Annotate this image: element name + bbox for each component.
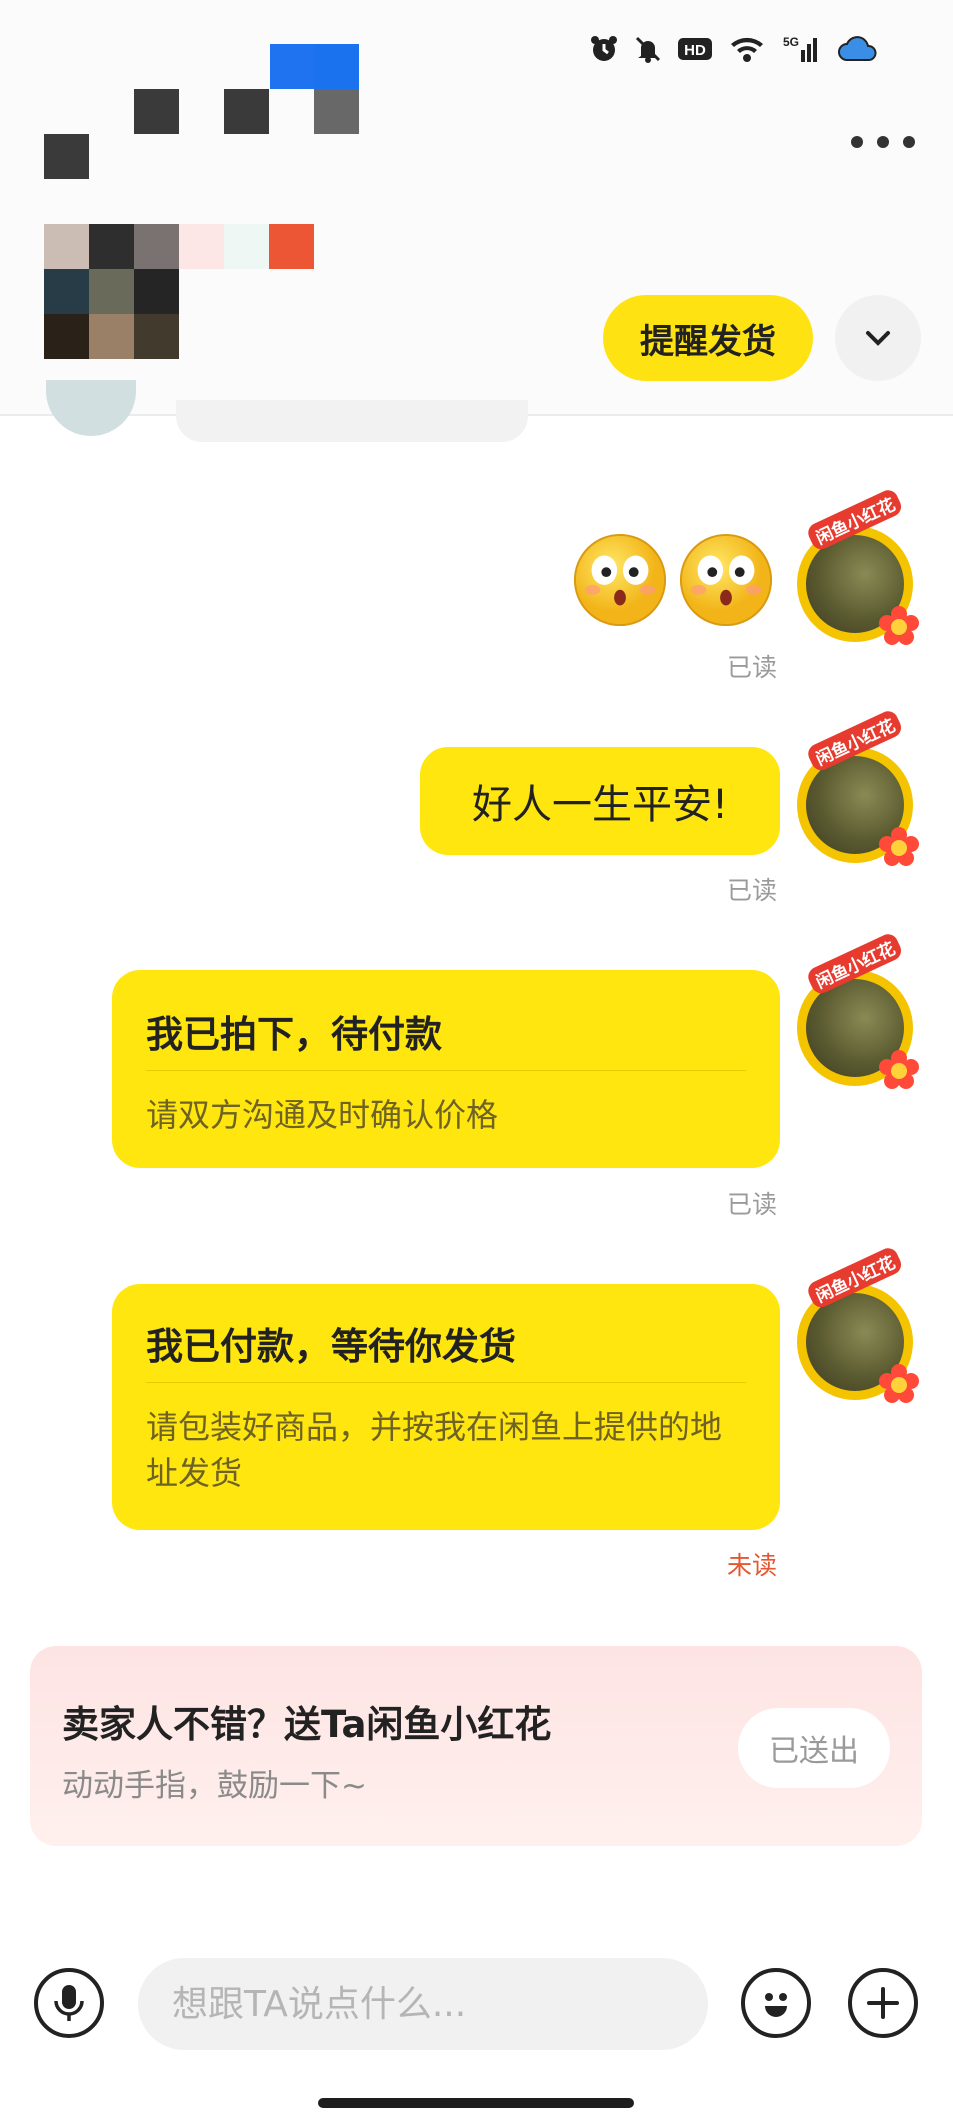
- message-input-wrapper: [138, 1958, 708, 2050]
- mosaic-block: [269, 224, 314, 269]
- mute-icon: [635, 36, 661, 63]
- mosaic-block: [134, 224, 179, 269]
- cloud-icon: [838, 36, 877, 61]
- voice-icon: [54, 1985, 84, 2021]
- mosaic-block: [314, 44, 359, 89]
- read-status: 已读: [727, 876, 778, 905]
- wifi-icon: [731, 37, 763, 62]
- card-description: 请双方沟通及时确认价格: [146, 1096, 499, 1134]
- my-avatar[interactable]: 闲鱼小红花: [797, 931, 919, 1089]
- card-divider: [146, 1070, 746, 1071]
- order-card-paid[interactable]: 我已付款，等待你发货 请包装好商品，并按我在闲鱼上提供的地址发货: [112, 1284, 780, 1530]
- flower-icon: [879, 827, 919, 866]
- contact-avatar[interactable]: [46, 380, 136, 436]
- plus-icon: [867, 1987, 899, 2019]
- hd-icon: HD: [678, 38, 712, 60]
- mosaic-block: [89, 314, 134, 359]
- plus-button[interactable]: [848, 1968, 918, 2038]
- more-button[interactable]: [851, 128, 915, 156]
- mosaic-block: [314, 89, 359, 134]
- mosaic-block: [44, 269, 89, 314]
- sent-button[interactable]: 已送出: [738, 1708, 890, 1788]
- unread-status: 未读: [727, 1551, 778, 1580]
- message-input[interactable]: [170, 1982, 674, 2026]
- shocked-emoji-icon: [679, 533, 773, 627]
- card-divider: [146, 1382, 746, 1383]
- svg-text:HD: HD: [684, 42, 706, 59]
- card-description: 请包装好商品，并按我在闲鱼上提供的地址发货: [146, 1408, 723, 1492]
- mosaic-block: [179, 224, 224, 269]
- message-bubble: [176, 400, 528, 442]
- read-status: 已读: [727, 653, 778, 682]
- emoji-icon: [765, 1993, 787, 2017]
- mosaic-block: [44, 224, 89, 269]
- my-avatar[interactable]: 闲鱼小红花: [797, 1245, 919, 1403]
- alarm-icon: [591, 36, 617, 61]
- text-message-bubble[interactable]: 好人一生平安!: [420, 747, 780, 855]
- mosaic-block: [89, 269, 134, 314]
- mosaic-block: [44, 314, 89, 359]
- chevron-down-icon: [866, 331, 890, 346]
- flower-icon: [879, 1050, 919, 1089]
- mosaic-block: [134, 314, 179, 359]
- promo-subtitle: 动动手指，鼓励一下~: [62, 1768, 367, 1804]
- my-avatar[interactable]: 闲鱼小红花: [797, 487, 919, 645]
- flower-icon: [879, 606, 919, 645]
- mosaic-block: [270, 44, 315, 89]
- mosaic-block: [224, 224, 269, 269]
- home-indicator: [318, 2098, 634, 2108]
- read-status: 已读: [727, 1190, 778, 1219]
- shocked-emoji-icon: [573, 533, 667, 627]
- card-title: 我已付款，等待你发货: [146, 1325, 516, 1368]
- flower-icon: [879, 1364, 919, 1403]
- my-avatar[interactable]: 闲鱼小红花: [797, 708, 919, 866]
- collapse-button[interactable]: [835, 295, 921, 381]
- more-icon: [851, 136, 863, 148]
- mosaic-block: [134, 269, 179, 314]
- emoji-button[interactable]: [741, 1968, 811, 2038]
- mosaic-block: [44, 134, 89, 179]
- remind-ship-button[interactable]: 提醒发货: [603, 295, 813, 381]
- card-title: 我已拍下，待付款: [146, 1013, 442, 1056]
- promo-title: 卖家人不错？送Ta闲鱼小红花: [62, 1703, 552, 1746]
- mosaic-block: [89, 224, 134, 269]
- mosaic-block: [224, 89, 269, 134]
- mosaic-block: [134, 89, 179, 134]
- svg-text:5G: 5G: [783, 35, 799, 49]
- order-card-pending-payment[interactable]: 我已拍下，待付款 请双方沟通及时确认价格: [112, 970, 780, 1168]
- signal-5g-icon: 5G: [783, 35, 817, 62]
- status-bar: HD 5G: [589, 34, 881, 64]
- voice-button[interactable]: [34, 1968, 104, 2038]
